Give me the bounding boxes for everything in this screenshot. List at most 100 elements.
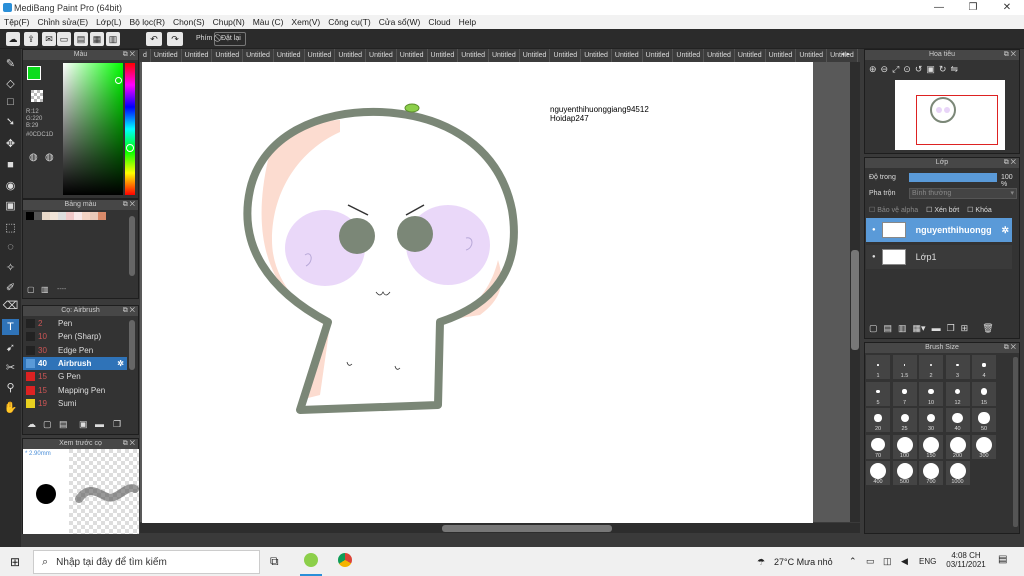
new-halftone-layer-icon[interactable]: ▤ <box>884 323 893 334</box>
brush-duplicate-icon[interactable]: ❐ <box>113 419 121 430</box>
document-tab[interactable]: Untitled <box>673 49 705 62</box>
close-panel-icon[interactable]: ⧉ ✕ <box>123 306 135 316</box>
zoom-in-icon[interactable]: ⊕ <box>869 64 877 75</box>
brush-item[interactable]: 10 Pen (Sharp) <box>23 330 127 343</box>
brush-copy-icon[interactable]: ▣ <box>79 419 88 430</box>
palette-swatch[interactable] <box>42 212 50 220</box>
document-tab[interactable]: Untitled <box>489 49 520 62</box>
picker-cursor[interactable] <box>115 77 122 84</box>
document-tab[interactable]: Untitled <box>766 49 797 62</box>
color-wheel-icon[interactable]: ◍ <box>29 152 38 163</box>
brush-item[interactable]: 15 Mapping Pen <box>23 384 127 397</box>
brush-size-cell[interactable]: 70 <box>866 434 890 459</box>
document-tab[interactable]: Untitled <box>458 49 489 62</box>
fit-icon[interactable]: ⤢ <box>892 64 899 75</box>
windows-start-icon[interactable]: ⊞ <box>10 555 20 569</box>
document-tab[interactable]: Untitled <box>520 49 551 62</box>
palette-swatch[interactable] <box>66 212 74 220</box>
brush-scrollbar[interactable] <box>129 320 135 370</box>
document-tab[interactable]: Untitled <box>612 49 643 62</box>
grid-icon[interactable]: ▦ <box>90 32 104 46</box>
brush-size-cell[interactable]: 300 <box>972 434 996 459</box>
operation-tool-icon[interactable]: ➹ <box>2 339 19 355</box>
close-panel-icon[interactable]: ⧉ ✕ <box>1004 343 1016 353</box>
document-tab[interactable]: Untitled <box>243 49 274 62</box>
delete-layer-icon[interactable]: 🗑 <box>982 323 993 334</box>
palette-swatch[interactable] <box>26 212 34 220</box>
palette-swatch[interactable] <box>90 212 98 220</box>
document-tab[interactable]: Untitled <box>397 49 428 62</box>
document-tab[interactable]: Untitled <box>581 49 612 62</box>
bucket-tool-icon[interactable]: ◉ <box>2 177 19 193</box>
close-panel-icon[interactable]: ⧉ ✕ <box>123 50 135 60</box>
close-button[interactable]: ✕ <box>990 0 1024 15</box>
drawing-canvas[interactable] <box>142 62 813 523</box>
move-tool-icon[interactable]: ✥ <box>2 135 19 151</box>
cloud-icon[interactable]: ☁ <box>6 32 20 46</box>
document-tab[interactable]: Untitled <box>550 49 582 62</box>
brush-item[interactable]: 2 Pen <box>23 317 127 330</box>
navigator-viewport[interactable] <box>916 95 998 145</box>
brush-tool-icon[interactable]: ✎ <box>2 55 19 71</box>
network-icon[interactable]: ◫ <box>883 556 892 567</box>
document-icon[interactable]: ▤ <box>74 32 88 46</box>
add-brush-icon[interactable]: ▤ <box>59 419 68 430</box>
task-view-icon[interactable]: ⧉ <box>270 554 279 569</box>
brush-size-cell[interactable]: 1000 <box>945 461 970 485</box>
hue-slider-handle[interactable] <box>126 144 134 152</box>
brush-size-cell[interactable]: 40 <box>945 408 970 432</box>
menu-item[interactable]: Bộ lọc(R) <box>126 17 169 27</box>
actual-size-icon[interactable]: ⊙ <box>903 64 911 75</box>
brush-size-cell[interactable]: 3 <box>945 355 970 379</box>
brush-size-cell[interactable]: 700 <box>919 461 943 485</box>
brush-size-cell[interactable]: 10 <box>919 381 943 406</box>
menu-item[interactable]: Chọn(S) <box>169 17 209 27</box>
layer-row[interactable]: ● nguyenthihuongg ✲ <box>866 218 1012 242</box>
brush-item[interactable]: 19 Sumi <box>23 397 127 410</box>
lock-checkbox[interactable]: ☐ Khóa <box>967 206 992 214</box>
tray-chevron-icon[interactable]: ⌃ <box>849 556 857 567</box>
document-tab[interactable]: Untitled <box>366 49 397 62</box>
document-tab[interactable]: Untitled <box>182 49 213 62</box>
rotate-left-icon[interactable]: ↺ <box>915 64 923 75</box>
menu-item[interactable]: Công cụ(T) <box>324 17 375 27</box>
layer-folder-icon[interactable]: ▬ <box>932 323 941 334</box>
brush-item[interactable]: 30 Edge Pen <box>23 344 127 357</box>
taskbar-search[interactable]: ⌕ Nhập tại đây để tìm kiếm <box>33 550 260 574</box>
brush-size-scrollbar[interactable] <box>1013 357 1018 527</box>
merge-layer-icon[interactable]: ⊞ <box>961 323 969 334</box>
palette-swatch[interactable] <box>74 212 82 220</box>
palette-scrollbar[interactable] <box>129 216 135 276</box>
brush-size-cell[interactable]: 20 <box>866 408 890 432</box>
menu-item[interactable]: Help <box>455 17 480 27</box>
document-tab[interactable]: Untitled <box>428 49 459 62</box>
clock[interactable]: 4:08 CH 03/11/2021 <box>944 551 988 569</box>
foreground-color-swatch[interactable] <box>27 66 41 80</box>
layout-icon[interactable]: ▥ <box>106 32 120 46</box>
brush-size-cell[interactable]: 1.5 <box>892 355 917 379</box>
hand-tool-icon[interactable]: ✋ <box>2 399 19 415</box>
menu-item[interactable]: Cloud <box>424 17 454 27</box>
share-icon[interactable]: ⇪ <box>24 32 38 46</box>
close-panel-icon[interactable]: ⧉ ✕ <box>123 200 135 210</box>
hue-slider[interactable] <box>125 63 135 195</box>
blend-mode-select[interactable]: Bình thường ▾ <box>909 188 1017 199</box>
palette-swatch[interactable] <box>58 212 66 220</box>
layer-visibility-icon[interactable]: ● <box>872 227 876 233</box>
select-pen-tool-icon[interactable]: ✐ <box>2 279 19 295</box>
document-tab[interactable]: Untitled <box>212 49 244 62</box>
document-tab[interactable]: Untitled <box>274 49 305 62</box>
layer-visibility-icon[interactable]: ● <box>872 254 876 260</box>
vertical-scroll-thumb[interactable] <box>851 250 859 350</box>
menu-item[interactable]: Cửa sổ(W) <box>375 17 425 27</box>
fullscreen-icon[interactable]: ▣ <box>926 64 935 75</box>
volume-icon[interactable]: ◀ <box>901 556 908 567</box>
brush-size-cell[interactable]: 7 <box>892 381 917 406</box>
tab-scroll-arrows[interactable]: ◂ ▸ <box>841 50 850 58</box>
brush-size-cell[interactable]: 1 <box>866 355 890 379</box>
comment-icon[interactable]: ▭ <box>57 32 71 46</box>
brush-size-cell[interactable]: 2 <box>919 355 943 379</box>
brush-cloud-icon[interactable]: ☁ <box>27 419 36 430</box>
close-panel-icon[interactable]: ⧉ ✕ <box>1004 158 1016 168</box>
brush-size-cell[interactable]: 15 <box>972 381 996 406</box>
